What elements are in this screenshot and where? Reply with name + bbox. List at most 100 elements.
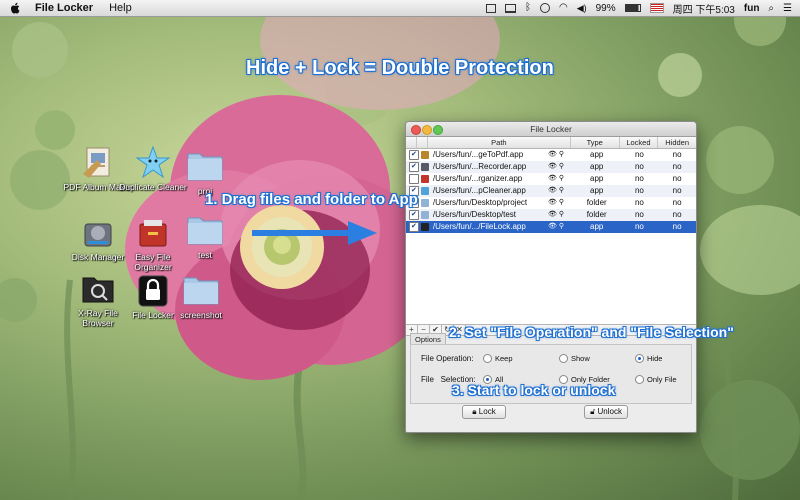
apple-menu-icon[interactable] — [10, 2, 21, 14]
row-path: /Users/fun/...Recorder.app — [432, 162, 527, 171]
user-name[interactable]: fun — [744, 3, 760, 14]
row-hidden: no — [672, 150, 682, 159]
reveal-eye-icon[interactable]: 👁︎ — [548, 199, 557, 206]
row-path: /Users/fun/.../FileLock.app — [432, 222, 526, 231]
checkbox-checked[interactable]: ✔ — [409, 162, 419, 172]
notification-center-icon[interactable]: ☰ — [783, 3, 792, 14]
row-hidden: no — [672, 186, 682, 195]
reveal-eye-icon[interactable]: 👁︎ — [548, 187, 557, 194]
bluetooth-icon[interactable]: ᛒ — [525, 3, 531, 13]
row-path: /Users/fun/...geToPdf.app — [432, 150, 524, 159]
callout-step2: 2. Set "File Operation" and "File Select… — [449, 324, 734, 340]
callout-step3: 3. Start to lock or unlock — [452, 382, 616, 398]
magnifier-icon[interactable]: ⚲ — [557, 163, 564, 170]
magnifier-icon[interactable]: ⚲ — [557, 211, 564, 218]
reveal-eye-icon[interactable]: 👁︎ — [548, 175, 557, 182]
file-selection-label-a: File — [421, 375, 434, 384]
spotlight-icon[interactable]: ⌕ — [768, 3, 774, 14]
magnifier-icon[interactable]: ⚲ — [557, 175, 564, 182]
reveal-eye-icon[interactable]: 👁︎ — [548, 223, 557, 230]
zoom-button[interactable] — [433, 125, 443, 135]
checkbox-checked[interactable]: ✔ — [409, 150, 419, 160]
reveal-eye-icon[interactable]: 👁︎ — [548, 163, 557, 170]
unlock-button-label: Unlock — [597, 407, 622, 416]
table-row[interactable]: ✔ /Users/fun/...Recorder.app 👁︎ ⚲ app no no — [406, 161, 696, 173]
row-type: app — [590, 162, 604, 171]
magnifier-icon[interactable]: ⚲ — [557, 223, 564, 230]
table-row[interactable]: ✔ /Users/fun/...geToPdf.app 👁︎ ⚲ app no no — [406, 149, 696, 161]
checkbox-checked[interactable]: ✔ — [409, 210, 419, 220]
airplay-icon[interactable] — [504, 3, 516, 13]
row-type: app — [590, 222, 604, 231]
disk-manager-icon — [79, 214, 117, 252]
magnifier-icon[interactable]: ⚲ — [557, 187, 564, 194]
wifi-icon[interactable]: ◠ — [559, 3, 568, 13]
row-locked: no — [634, 162, 644, 171]
column-header-locked[interactable]: Locked — [620, 137, 659, 148]
lock-button[interactable]: 🔒︎ Lock — [462, 405, 506, 419]
checkbox[interactable] — [409, 174, 419, 184]
row-type: app — [590, 186, 604, 195]
app-icon — [420, 175, 429, 183]
desktop-icon-test[interactable]: test — [170, 212, 240, 260]
menu-app-name[interactable]: File Locker — [35, 2, 93, 14]
radio-dot-selected — [635, 354, 644, 363]
clock[interactable]: 周四 下午5:03 — [673, 1, 735, 16]
magnifier-icon[interactable]: ⚲ — [557, 151, 564, 158]
pdf-album-icon — [79, 144, 117, 182]
row-type: folder — [586, 198, 607, 207]
row-type: app — [590, 174, 604, 183]
row-hidden: no — [672, 210, 682, 219]
column-header-path[interactable]: Path — [428, 137, 571, 148]
table-row[interactable]: ✔/Users/fun/...pCleaner.app 👁︎ ⚲ app no no — [406, 185, 696, 197]
desktop-icon-screenshot[interactable]: screenshot — [166, 272, 236, 320]
window-titlebar[interactable]: File Locker — [406, 122, 696, 137]
table-row[interactable]: /Users/fun/...rganizer.app 👁︎ ⚲ app no no — [406, 173, 696, 185]
radio-hide[interactable]: Hide — [635, 354, 662, 363]
row-locked: no — [634, 198, 644, 207]
column-header-check[interactable] — [406, 137, 417, 148]
file-table: ✔ /Users/fun/...geToPdf.app 👁︎ ⚲ app no no ✔ /U… — [406, 149, 696, 324]
menu-extras: ᛒ ◠ ◀) 99% 周四 下午5:03 fun ⌕ ☰ — [485, 0, 792, 16]
unlock-button[interactable]: 🔓︎ Unlock — [584, 405, 628, 419]
reveal-eye-icon[interactable]: 👁︎ — [548, 211, 557, 218]
row-actions: 👁︎ ⚲ — [548, 197, 573, 209]
row-locked: no — [634, 222, 644, 231]
file-operation-label: File Operation: — [421, 354, 474, 363]
close-button[interactable] — [411, 125, 421, 135]
column-header-hidden[interactable]: Hidden — [658, 137, 696, 148]
table-row[interactable]: ✔ /Users/fun/Desktop/test 👁︎ ⚲ folder no no — [406, 209, 696, 221]
battery-icon[interactable] — [624, 4, 641, 12]
magnifier-icon[interactable]: ⚲ — [557, 199, 564, 206]
radio-keep[interactable]: Keep — [483, 354, 513, 363]
radio-label: Hide — [647, 354, 663, 363]
unlock-icon: 🔓︎ — [590, 407, 596, 416]
radio-show[interactable]: Show — [559, 354, 590, 363]
table-header: Path Type Locked Hidden — [406, 137, 696, 149]
folder-icon — [186, 148, 224, 186]
radio-only-file[interactable]: Only File — [635, 375, 677, 384]
checkbox-checked[interactable]: ✔ — [409, 222, 419, 232]
menu-help[interactable]: Help — [109, 2, 132, 14]
table-row[interactable]: ✔/Users/fun/Desktop/project 👁︎ ⚲ folder no n… — [406, 197, 696, 209]
timemachine-icon[interactable] — [539, 3, 550, 13]
window-icon[interactable] — [485, 3, 496, 13]
folder-icon — [420, 199, 429, 207]
row-locked: no — [634, 174, 644, 183]
column-header-type[interactable]: Type — [571, 137, 620, 148]
reveal-eye-icon[interactable]: 👁︎ — [548, 151, 557, 158]
minimize-button[interactable] — [422, 125, 432, 135]
lock-button-label: Lock — [478, 407, 496, 416]
volume-icon[interactable]: ◀) — [577, 3, 587, 13]
column-header-icon[interactable] — [417, 137, 428, 148]
menu-bar: File Locker Help ᛒ ◠ ◀) 99% 周四 下午5:03 fu… — [0, 0, 800, 17]
app-icon — [420, 151, 429, 159]
app-icon — [420, 187, 429, 195]
row-path: /Users/fun/...rganizer.app — [432, 174, 523, 183]
table-row[interactable]: ✔ /Users/fun/.../FileLock.app 👁︎ ⚲ app no no — [406, 221, 696, 233]
desktop-icon-project[interactable]: proj — [170, 148, 240, 196]
row-locked: no — [634, 210, 644, 219]
row-actions: 👁︎ ⚲ — [548, 149, 573, 161]
flag-icon[interactable] — [649, 3, 664, 13]
radio-label: Show — [571, 354, 590, 363]
